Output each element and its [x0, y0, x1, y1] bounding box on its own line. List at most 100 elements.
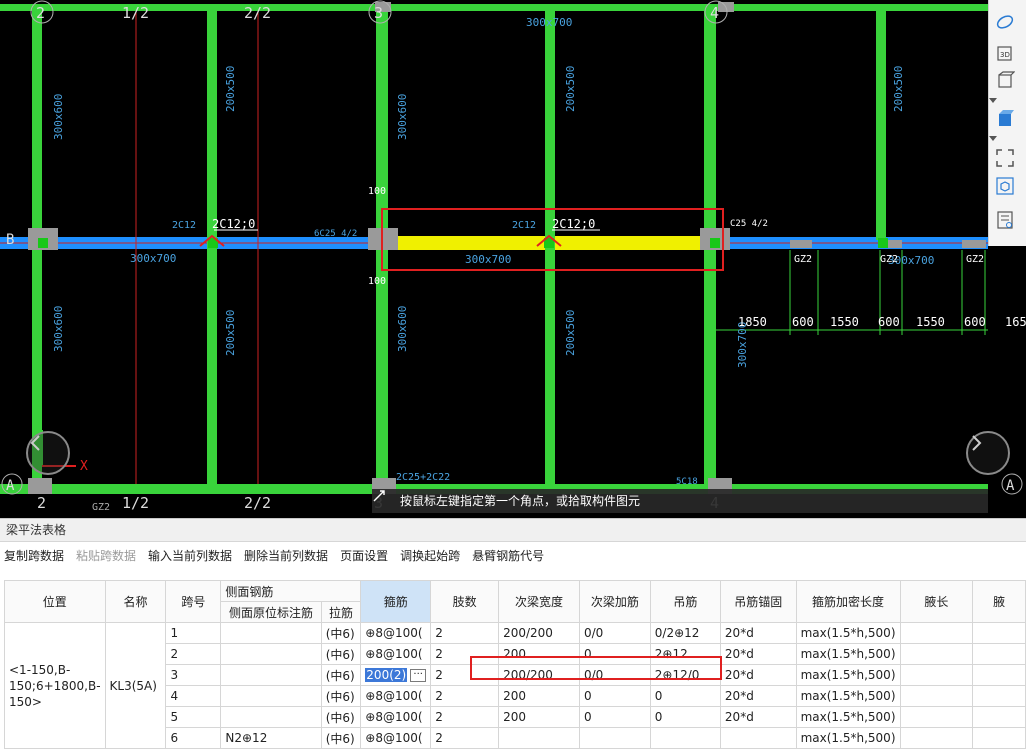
cell-hanger[interactable]: 2⊕12/0	[649, 664, 721, 686]
col-name[interactable]: 名称	[104, 580, 167, 623]
cell-stirrup[interactable]: ⊕8@100(	[360, 643, 432, 665]
col-sec-beam-width[interactable]: 次梁宽度	[498, 580, 580, 623]
nav-next-button[interactable]	[966, 431, 1010, 475]
cell-haunch[interactable]	[899, 664, 974, 686]
input-column-button[interactable]: 输入当前列数据	[148, 547, 232, 564]
cell-stirrup[interactable]: 200(2) ···	[360, 664, 432, 686]
swap-start-span-button[interactable]: 调换起始跨	[400, 547, 460, 564]
cell-sec-width[interactable]: 200/200	[498, 664, 580, 686]
cell-haunch[interactable]	[899, 706, 974, 728]
view-cube-button[interactable]	[995, 176, 1021, 202]
cell-sec-width[interactable]: 200	[498, 643, 580, 665]
cell-tie-bar[interactable]: (中6)	[320, 664, 362, 686]
cell-tie-bar[interactable]: (中6)	[320, 622, 362, 644]
cell-span[interactable]: 1	[165, 622, 222, 644]
cell-haunch2[interactable]	[972, 727, 1026, 749]
cell-side-rebar[interactable]	[220, 664, 322, 686]
cell-hanger[interactable]	[649, 727, 721, 749]
cell-hanger[interactable]: 2⊕12	[649, 643, 721, 665]
cell-sec-width[interactable]: 200	[498, 685, 580, 707]
cell-sec-rebar[interactable]	[578, 727, 651, 749]
cell-dense[interactable]: max(1.5*h,500)	[795, 643, 901, 665]
zoom-extents-button[interactable]	[995, 148, 1021, 174]
paste-span-button[interactable]: 粘贴跨数据	[76, 547, 136, 564]
cell-legs[interactable]: 2	[430, 643, 500, 665]
cell-stirrup[interactable]: ⊕8@100(	[360, 706, 432, 728]
cell-sec-rebar[interactable]: 0/0	[578, 664, 651, 686]
cell-position[interactable]: <1-150,B-150;6+1800,B-150>	[4, 622, 106, 749]
beam-col-right[interactable]	[876, 10, 886, 240]
cell-stirrup[interactable]: ⊕8@100(	[360, 622, 432, 644]
cell-anchor[interactable]	[719, 727, 797, 749]
cell-sec-rebar[interactable]: 0/0	[578, 622, 651, 644]
col-sec-beam-rebar[interactable]: 次梁加筋	[578, 580, 651, 623]
cell-tie-bar[interactable]: (中6)	[320, 706, 362, 728]
solid-view-button[interactable]	[995, 108, 1021, 134]
col-haunch2[interactable]: 腋	[972, 580, 1026, 623]
cell-haunch[interactable]	[899, 622, 974, 644]
cell-side-rebar[interactable]	[220, 706, 322, 728]
col-tie-bar[interactable]: 拉筋	[320, 601, 362, 623]
cell-anchor[interactable]: 20*d	[719, 664, 797, 686]
caret-down-icon[interactable]	[989, 136, 997, 142]
cell-dense[interactable]: max(1.5*h,500)	[795, 727, 901, 749]
cell-dense[interactable]: max(1.5*h,500)	[795, 706, 901, 728]
cad-viewport[interactable]: 2 1/2 2/2 3 4 B A 2 1/2 2/2 3 4 A 300x70…	[0, 0, 1026, 518]
cell-haunch2[interactable]	[972, 643, 1026, 665]
cell-hanger[interactable]: 0/2⊕12	[649, 622, 721, 644]
cell-haunch[interactable]	[899, 727, 974, 749]
cell-span[interactable]: 5	[165, 706, 222, 728]
cell-sec-width[interactable]: 200/200	[498, 622, 580, 644]
cell-span[interactable]: 3	[165, 664, 222, 686]
cell-side-rebar[interactable]: N2⊕12	[220, 727, 322, 749]
cell-haunch2[interactable]	[972, 664, 1026, 686]
cell-tie-bar[interactable]: (中6)	[320, 643, 362, 665]
cantilever-code-button[interactable]: 悬臂钢筋代号	[472, 547, 544, 564]
cell-hanger[interactable]: 0	[649, 706, 721, 728]
cell-anchor[interactable]: 20*d	[719, 622, 797, 644]
cell-sec-rebar[interactable]: 0	[578, 643, 651, 665]
cell-dense[interactable]: max(1.5*h,500)	[795, 685, 901, 707]
cad-drawing[interactable]: 2 1/2 2/2 3 4 B A 2 1/2 2/2 3 4 A 300x70…	[0, 0, 1026, 518]
cell-dense[interactable]: max(1.5*h,500)	[795, 622, 901, 644]
cell-haunch2[interactable]	[972, 706, 1026, 728]
cell-haunch2[interactable]	[972, 685, 1026, 707]
view-3d-button[interactable]: 3D	[995, 42, 1021, 68]
cell-sec-rebar[interactable]: 0	[578, 706, 651, 728]
cell-side-rebar[interactable]	[220, 643, 322, 665]
nav-prev-button[interactable]	[26, 431, 70, 475]
cell-name[interactable]: KL3(5A)	[104, 622, 167, 749]
copy-span-button[interactable]: 复制跨数据	[4, 547, 64, 564]
col-stirrup[interactable]: 箍筋	[360, 580, 432, 623]
cell-sec-width[interactable]	[498, 727, 580, 749]
beam-col-mid[interactable]	[545, 10, 555, 488]
cell-legs[interactable]: 2	[430, 727, 500, 749]
page-setup-button[interactable]: 页面设置	[340, 547, 388, 564]
cell-hanger[interactable]: 0	[649, 685, 721, 707]
cell-legs[interactable]: 2	[430, 664, 500, 686]
cell-legs[interactable]: 2	[430, 685, 500, 707]
orbit-button[interactable]	[995, 12, 1021, 38]
view-box-button[interactable]	[995, 70, 1021, 96]
cell-sec-width[interactable]: 200	[498, 706, 580, 728]
cell-side-rebar[interactable]	[220, 622, 322, 644]
cell-side-rebar[interactable]	[220, 685, 322, 707]
cell-anchor[interactable]: 20*d	[719, 685, 797, 707]
col-position[interactable]: 位置	[4, 580, 106, 623]
cell-tie-bar[interactable]: (中6)	[320, 685, 362, 707]
stirrup-edit-input[interactable]: 200(2)	[365, 668, 408, 682]
beam-col-half[interactable]	[207, 10, 217, 488]
col-haunch[interactable]: 腋长	[899, 580, 974, 623]
table-row[interactable]: <1-150,B-150;6+1800,B-150> KL3(5A) 1 (中6) ⊕8…	[4, 622, 1026, 749]
delete-column-button[interactable]: 删除当前列数据	[244, 547, 328, 564]
col-stirrup-dense[interactable]: 箍筋加密长度	[795, 580, 901, 623]
col-side-rebar-sub[interactable]: 侧面原位标注筋	[220, 601, 322, 623]
cell-haunch[interactable]	[899, 643, 974, 665]
col-side-rebar-group[interactable]: 侧面钢筋	[220, 580, 362, 602]
caret-down-icon[interactable]	[989, 98, 997, 104]
cell-anchor[interactable]: 20*d	[719, 706, 797, 728]
cell-span[interactable]: 6	[165, 727, 222, 749]
cell-span[interactable]: 4	[165, 685, 222, 707]
cell-haunch[interactable]	[899, 685, 974, 707]
col-span[interactable]: 跨号	[165, 580, 222, 623]
